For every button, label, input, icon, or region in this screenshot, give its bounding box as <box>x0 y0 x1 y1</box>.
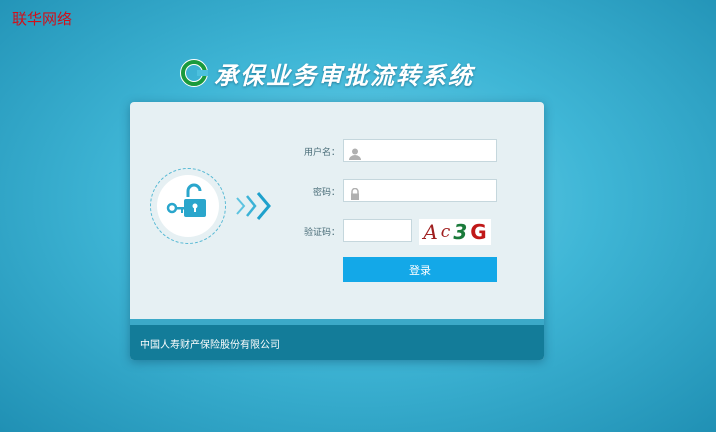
company-name: 中国人寿财产保险股份有限公司 <box>140 340 280 351</box>
panel-footer: 中国人寿财产保险股份有限公司 <box>130 319 544 360</box>
corner-watermark-text: 联华网络 <box>12 10 73 28</box>
captcha-label: 验证码： <box>303 228 340 238</box>
captcha-char: G <box>470 220 487 244</box>
arrows-icon <box>234 190 274 226</box>
key-lock-icon <box>157 175 219 237</box>
user-icon <box>349 145 361 164</box>
captcha-char: A <box>423 220 438 244</box>
captcha-char: c <box>440 222 451 242</box>
captcha-input[interactable] <box>344 221 411 243</box>
lock-circle <box>150 168 226 244</box>
username-input[interactable] <box>344 141 496 163</box>
lock-icon <box>349 185 361 204</box>
login-button[interactable]: 登录 <box>343 257 497 282</box>
captcha-char: 3 <box>453 220 468 244</box>
username-field[interactable] <box>343 139 497 164</box>
system-title: 承保业务审批流转系统 <box>214 61 474 90</box>
system-header: 承保业务审批流转系统 <box>180 55 474 91</box>
password-field[interactable] <box>343 179 497 204</box>
password-input[interactable] <box>344 181 496 203</box>
picc-logo-icon <box>180 59 209 87</box>
captcha-field[interactable] <box>343 219 412 243</box>
captcha-image[interactable]: A c 3 G <box>419 219 491 245</box>
login-panel: 用户名： 密码： 验证码： A c 3 G 登录 中国人寿财产保险股份有限公司 <box>130 102 544 360</box>
username-label: 用户名： <box>303 148 340 158</box>
password-label: 密码： <box>312 188 340 198</box>
